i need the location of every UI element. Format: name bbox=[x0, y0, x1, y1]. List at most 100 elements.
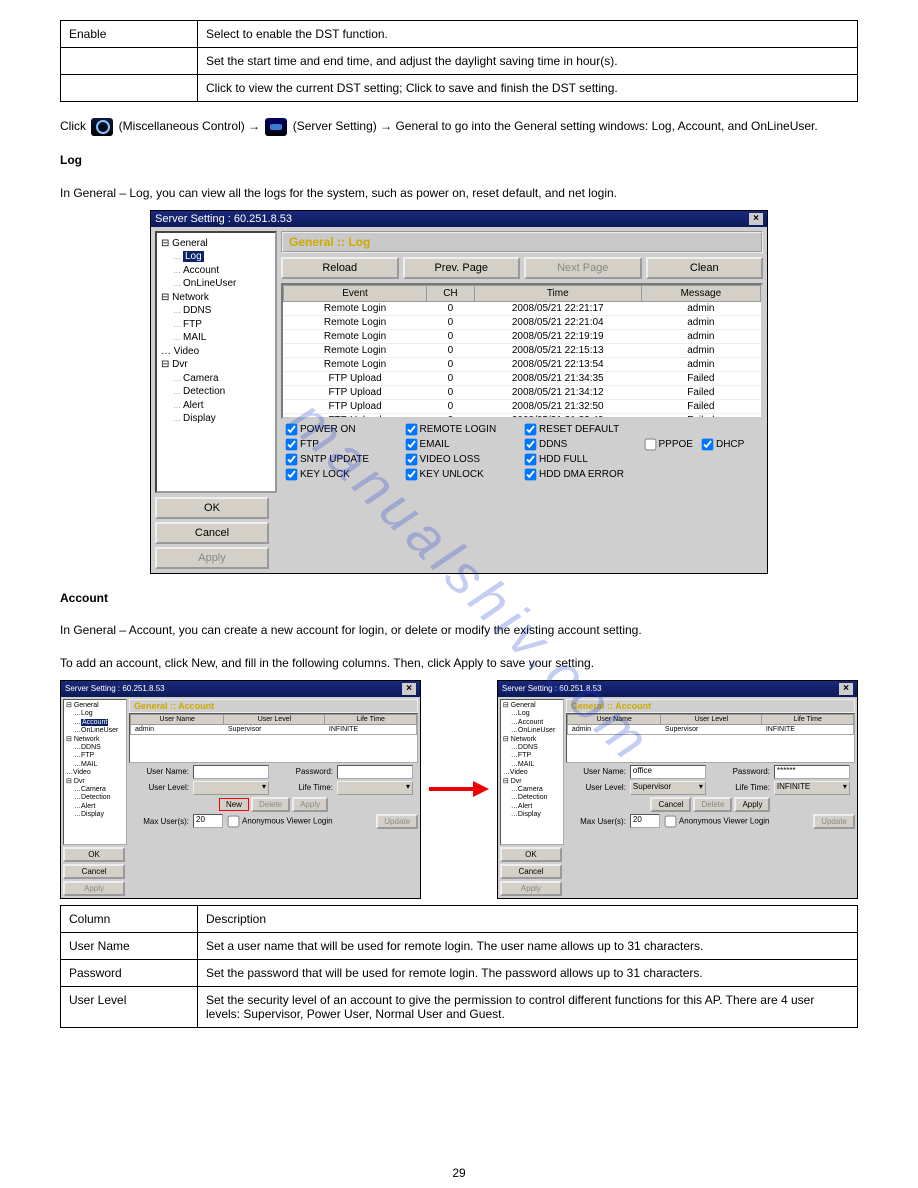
chk-dhcp[interactable]: DHCP bbox=[701, 438, 744, 451]
chk-pppoe[interactable]: PPPOE bbox=[644, 438, 693, 451]
titlebar: Server Setting : 60.251.8.53 × bbox=[151, 211, 767, 227]
user-name-field[interactable] bbox=[193, 765, 269, 779]
cancel-button-sm[interactable]: Cancel bbox=[650, 797, 691, 812]
th-ch: CH bbox=[427, 285, 475, 301]
tree-network[interactable]: Network bbox=[172, 292, 209, 303]
chk-key-unlock[interactable]: KEY UNLOCK bbox=[405, 468, 521, 481]
table-row: User LevelSet the security level of an a… bbox=[61, 986, 858, 1027]
apply-button[interactable]: Apply bbox=[155, 547, 269, 569]
tree-camera[interactable]: Camera bbox=[183, 373, 219, 384]
cell bbox=[61, 75, 198, 102]
prev-page-button[interactable]: Prev. Page bbox=[403, 257, 521, 279]
apply-button[interactable]: Apply bbox=[500, 881, 562, 896]
table-row: Click to view the current DST setting; C… bbox=[61, 75, 858, 102]
tree-general[interactable]: General bbox=[172, 238, 208, 249]
table-row: EnableSelect to enable the DST function. bbox=[61, 21, 858, 48]
nav-tree-small[interactable]: ⊟ General …Log …Account …OnLineUser ⊟ Ne… bbox=[63, 699, 127, 845]
top-table: EnableSelect to enable the DST function.… bbox=[60, 20, 858, 102]
user-level-dropdown[interactable] bbox=[193, 781, 269, 795]
apply-button-sm[interactable]: Apply bbox=[292, 797, 328, 812]
table-row: Remote Login02008/05/21 22:21:04admin bbox=[284, 315, 761, 329]
password-field[interactable]: ****** bbox=[774, 765, 850, 779]
account-window-before: Server Setting : 60.251.8.53× ⊟ General … bbox=[60, 680, 421, 899]
table-row: User NameSet a user name that will be us… bbox=[61, 932, 858, 959]
max-users-field[interactable]: 20 bbox=[193, 814, 223, 828]
ok-button[interactable]: OK bbox=[500, 847, 562, 862]
delete-button[interactable]: Delete bbox=[693, 797, 732, 812]
account-desc-2: To add an account, click New, and fill i… bbox=[60, 655, 858, 672]
clean-button[interactable]: Clean bbox=[646, 257, 764, 279]
chk-ftp[interactable]: FTP bbox=[285, 438, 401, 451]
cancel-button[interactable]: Cancel bbox=[500, 864, 562, 879]
close-icon[interactable]: × bbox=[402, 683, 416, 695]
update-button[interactable]: Update bbox=[376, 814, 418, 829]
tree-mail[interactable]: MAIL bbox=[183, 332, 206, 343]
anon-viewer-check[interactable]: Anonymous Viewer Login bbox=[227, 815, 333, 828]
life-time-dropdown[interactable] bbox=[337, 781, 413, 795]
table-row: FTP Upload02008/05/21 21:34:12Failed bbox=[284, 385, 761, 399]
log-heading: Log bbox=[60, 152, 858, 169]
th-event: Event bbox=[284, 285, 427, 301]
tree-onlineuser[interactable]: OnLineUser bbox=[183, 278, 236, 289]
nav-tree[interactable]: ⊟ General Log Account OnLineUser ⊟ Netwo… bbox=[155, 231, 277, 493]
apply-button[interactable]: Apply bbox=[63, 881, 125, 896]
cell bbox=[61, 48, 198, 75]
log-table: Event CH Time Message Remote Login02008/… bbox=[281, 283, 763, 419]
pane-title: General :: Log bbox=[281, 231, 763, 253]
anon-viewer-check[interactable]: Anonymous Viewer Login bbox=[664, 815, 770, 828]
log-filters: POWER ON REMOTE LOGIN RESET DEFAULT FTP … bbox=[281, 419, 763, 485]
tree-detection[interactable]: Detection bbox=[183, 386, 225, 397]
chk-email[interactable]: EMAIL bbox=[405, 438, 521, 451]
chk-remote-login[interactable]: REMOTE LOGIN bbox=[405, 423, 521, 436]
close-icon[interactable]: × bbox=[749, 213, 763, 225]
password-field[interactable] bbox=[337, 765, 413, 779]
cancel-button[interactable]: Cancel bbox=[63, 864, 125, 879]
ok-button[interactable]: OK bbox=[155, 497, 269, 519]
table-row: PasswordSet the password that will be us… bbox=[61, 959, 858, 986]
tree-account[interactable]: Account bbox=[183, 265, 219, 276]
apply-button-sm[interactable]: Apply bbox=[734, 797, 770, 812]
user-name-field[interactable]: office bbox=[630, 765, 706, 779]
new-button[interactable]: New bbox=[219, 798, 249, 811]
cell: Set the start time and end time, and adj… bbox=[198, 48, 858, 75]
table-row: Remote Login02008/05/21 22:19:19admin bbox=[284, 329, 761, 343]
tree-ftp[interactable]: FTP bbox=[183, 319, 202, 330]
table-row: Remote Login02008/05/21 22:21:17admin bbox=[284, 301, 761, 315]
misc-control-icon bbox=[91, 118, 113, 136]
next-page-button[interactable]: Next Page bbox=[524, 257, 642, 279]
pane-title: General :: Account bbox=[129, 699, 418, 713]
tree-video[interactable]: Video bbox=[174, 346, 199, 357]
account-window-after: Server Setting : 60.251.8.53× ⊟ General … bbox=[497, 680, 858, 899]
chk-ddns[interactable]: DDNS bbox=[524, 438, 640, 451]
table-row: Remote Login02008/05/21 22:13:54admin bbox=[284, 357, 761, 371]
close-icon[interactable]: × bbox=[839, 683, 853, 695]
max-users-field[interactable]: 20 bbox=[630, 814, 660, 828]
user-level-dropdown[interactable]: Supervisor bbox=[630, 781, 706, 795]
chk-video-loss[interactable]: VIDEO LOSS bbox=[405, 453, 521, 466]
general-paragraph: Click (Miscellaneous Control) → (Server … bbox=[60, 118, 858, 136]
delete-button[interactable]: Delete bbox=[251, 797, 290, 812]
arrow-icon bbox=[429, 781, 489, 797]
tree-ddns[interactable]: DDNS bbox=[183, 305, 211, 316]
nav-tree-small[interactable]: ⊟ General …Log …Account …OnLineUser ⊟ Ne… bbox=[500, 699, 564, 845]
window-title: Server Setting : 60.251.8.53 bbox=[155, 213, 292, 225]
cell-enable: Enable bbox=[61, 21, 198, 48]
page-number: 29 bbox=[0, 1166, 918, 1180]
update-button[interactable]: Update bbox=[813, 814, 855, 829]
th-time: Time bbox=[474, 285, 641, 301]
tree-display[interactable]: Display bbox=[183, 413, 216, 424]
chk-power-on[interactable]: POWER ON bbox=[285, 423, 401, 436]
chk-hdd-dma[interactable]: HDD DMA ERROR bbox=[524, 468, 759, 481]
chk-reset-default[interactable]: RESET DEFAULT bbox=[524, 423, 759, 436]
life-time-dropdown[interactable]: INFINITE bbox=[774, 781, 850, 795]
ok-button[interactable]: OK bbox=[63, 847, 125, 862]
server-setting-window: Server Setting : 60.251.8.53 × ⊟ General… bbox=[150, 210, 768, 574]
chk-sntp[interactable]: SNTP UPDATE bbox=[285, 453, 401, 466]
tree-log[interactable]: Log bbox=[183, 251, 204, 262]
tree-alert[interactable]: Alert bbox=[183, 400, 204, 411]
reload-button[interactable]: Reload bbox=[281, 257, 399, 279]
cancel-button[interactable]: Cancel bbox=[155, 522, 269, 544]
tree-dvr[interactable]: Dvr bbox=[172, 359, 188, 370]
chk-key-lock[interactable]: KEY LOCK bbox=[285, 468, 401, 481]
chk-hdd-full[interactable]: HDD FULL bbox=[524, 453, 759, 466]
